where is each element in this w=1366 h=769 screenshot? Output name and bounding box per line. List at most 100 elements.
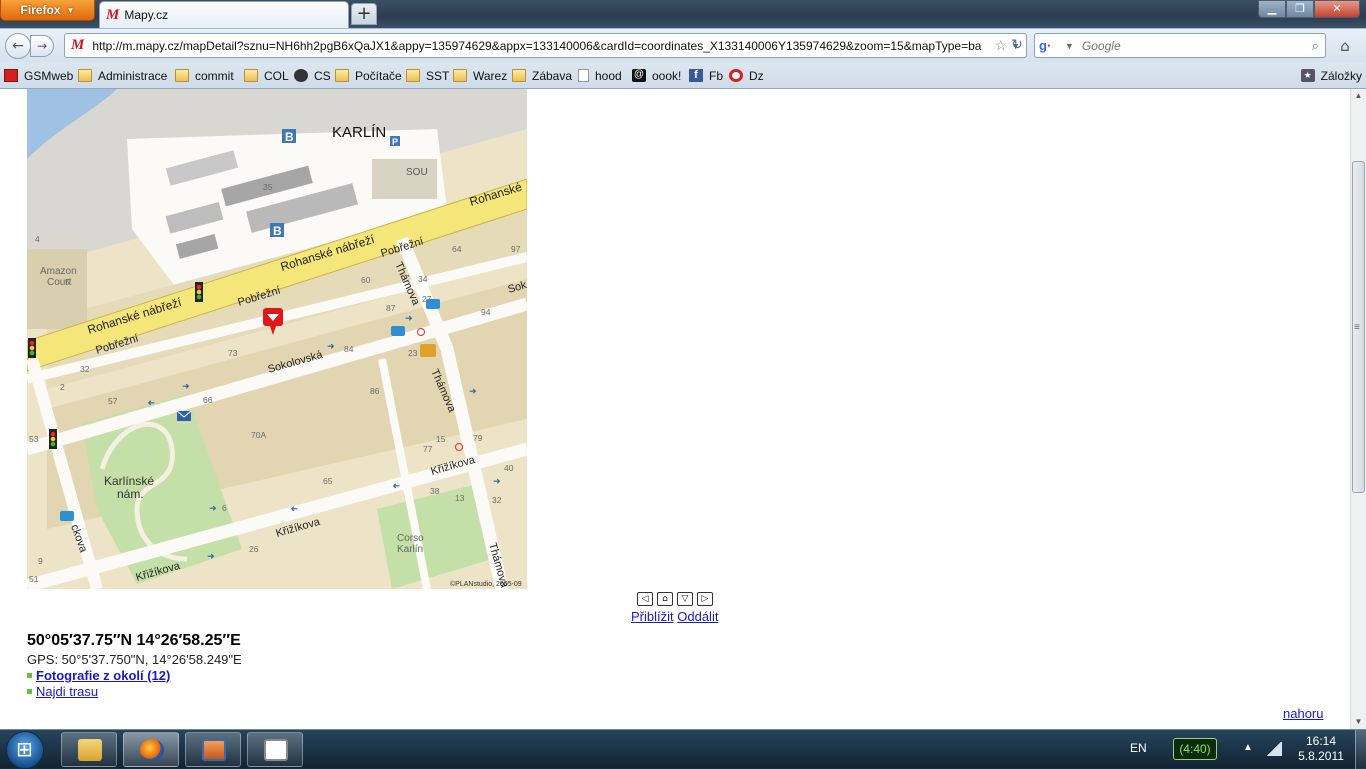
language-indicator[interactable]: EN bbox=[1130, 741, 1147, 755]
vertical-scrollbar[interactable]: ▲ ▼ bbox=[1350, 89, 1366, 729]
house-number: 2 bbox=[60, 382, 65, 392]
back-to-top-link[interactable]: nahoru bbox=[1283, 706, 1323, 721]
svg-text:➜: ➜ bbox=[405, 313, 413, 323]
start-button[interactable] bbox=[6, 731, 44, 769]
maximize-button[interactable]: ❐ bbox=[1286, 0, 1314, 18]
tab-title: Mapy.cz bbox=[124, 8, 169, 22]
house-number: 26 bbox=[249, 544, 259, 554]
taskbar-app[interactable] bbox=[247, 732, 303, 767]
mapy-favicon-icon: M bbox=[106, 6, 120, 23]
map-pan-controls: ◁ ⌂ ▽ ▷ bbox=[637, 592, 713, 606]
bookmark-oook[interactable]: @ oook! bbox=[632, 67, 681, 84]
reload-icon[interactable]: ↻ bbox=[1006, 33, 1028, 58]
find-route-item: Najdi trasu bbox=[27, 684, 98, 699]
house-number: 13 bbox=[455, 493, 465, 503]
bookmark-administrace[interactable]: Administrace bbox=[78, 67, 167, 84]
scroll-down-arrow-icon[interactable]: ▼ bbox=[1351, 715, 1366, 729]
minimize-button[interactable]: ▁ bbox=[1258, 0, 1286, 18]
clock-date: 5.8.2011 bbox=[1298, 749, 1344, 763]
bookmark-label: Počítače bbox=[355, 68, 402, 83]
bookmark-pocitace[interactable]: Počítače bbox=[335, 67, 402, 84]
bookmarks-menu[interactable]: ★ Záložky bbox=[1300, 67, 1362, 84]
bookmark-label: Dz bbox=[749, 68, 764, 83]
google-icon[interactable]: g· bbox=[1039, 38, 1061, 54]
search-input[interactable] bbox=[1081, 38, 1312, 53]
scroll-up-arrow-icon[interactable]: ▲ bbox=[1351, 89, 1366, 103]
svg-text:➜: ➜ bbox=[147, 398, 155, 408]
folder-icon bbox=[335, 69, 349, 82]
bullet-icon bbox=[27, 689, 32, 694]
tram-icon bbox=[391, 326, 405, 336]
svg-text:➜: ➜ bbox=[327, 341, 335, 351]
svg-text:➜: ➜ bbox=[209, 503, 217, 513]
pan-down-button[interactable]: ▽ bbox=[677, 592, 693, 606]
bookmark-dz[interactable]: Dz bbox=[729, 67, 764, 84]
close-button[interactable]: ✕ bbox=[1314, 0, 1360, 18]
pan-home-button[interactable]: ⌂ bbox=[657, 592, 673, 606]
bus-letter: B bbox=[285, 130, 294, 144]
house-number: 9 bbox=[38, 556, 43, 566]
zoom-in-link[interactable]: Přiblížit bbox=[631, 609, 674, 624]
photos-nearby-link[interactable]: Fotografie z okolí (12) bbox=[36, 668, 170, 683]
bookmark-gsmweb[interactable]: GSMweb bbox=[4, 67, 73, 84]
title-bar: Firefox ▼ M Mapy.cz + ▁ ❐ ✕ bbox=[0, 0, 1366, 28]
house-number: 70A bbox=[251, 430, 266, 440]
new-tab-button[interactable]: + bbox=[351, 3, 377, 25]
bookmark-cs[interactable]: CS bbox=[294, 67, 331, 84]
back-button[interactable]: ← bbox=[5, 33, 31, 59]
battery-indicator[interactable]: (4:40) bbox=[1173, 738, 1217, 760]
firefox-menu-button[interactable]: Firefox ▼ bbox=[0, 0, 95, 21]
house-number: 77 bbox=[423, 444, 433, 454]
bookmark-hood[interactable]: hood bbox=[578, 67, 622, 84]
bookmarks-menu-label: Záložky bbox=[1320, 68, 1362, 83]
bookmark-col[interactable]: COL bbox=[244, 67, 289, 84]
find-route-link[interactable]: Najdi trasu bbox=[36, 684, 98, 699]
map-label: nám. bbox=[117, 487, 144, 501]
folder-icon bbox=[512, 69, 526, 82]
url-text[interactable]: http://m.mapy.cz/mapDetail?sznu=NH6hh2pg… bbox=[92, 39, 990, 53]
bookmarks-star-icon: ★ bbox=[1300, 69, 1315, 82]
target-icon bbox=[729, 69, 743, 82]
search-icon[interactable]: ⌕ bbox=[1312, 38, 1319, 54]
tram-icon bbox=[426, 299, 440, 309]
clock-time: 16:14 bbox=[1305, 734, 1337, 748]
map-image[interactable]: KARLÍN Amazon Court SOU Karlínské nám. C… bbox=[27, 89, 527, 589]
bookmark-sst[interactable]: SST bbox=[406, 67, 449, 84]
taskbar-firefox[interactable] bbox=[123, 732, 179, 767]
house-number: 94 bbox=[481, 307, 491, 317]
house-number: 60 bbox=[361, 275, 371, 285]
folder-icon bbox=[175, 69, 189, 82]
search-engine-dropdown-icon[interactable]: ▼ bbox=[1065, 41, 1074, 51]
signal-strength-icon[interactable] bbox=[1266, 742, 1282, 756]
map-label: Amazon bbox=[40, 266, 77, 277]
clock[interactable]: 16:14 5.8.2011 bbox=[1293, 734, 1349, 764]
bookmark-warez[interactable]: Warez bbox=[453, 67, 507, 84]
show-desktop-button[interactable] bbox=[1355, 730, 1366, 769]
taskbar-app[interactable] bbox=[185, 732, 241, 767]
cs-icon bbox=[294, 69, 308, 82]
house-number: 51 bbox=[29, 574, 39, 584]
traffic-light-icon bbox=[195, 282, 203, 302]
tab-mapy[interactable]: M Mapy.cz bbox=[99, 1, 349, 28]
house-number: 35 bbox=[263, 182, 273, 192]
scroll-thumb[interactable] bbox=[1352, 161, 1365, 493]
bookmark-fb[interactable]: f Fb bbox=[689, 67, 723, 84]
bookmark-commit[interactable]: commit bbox=[175, 67, 234, 84]
tray-expand-icon[interactable]: ▲ bbox=[1243, 742, 1253, 753]
taskbar-explorer[interactable] bbox=[61, 732, 117, 767]
traffic-light-icon bbox=[49, 429, 57, 449]
pan-right-button[interactable]: ▷ bbox=[697, 592, 713, 606]
house-number: 79 bbox=[473, 433, 483, 443]
forward-button[interactable]: → bbox=[30, 35, 54, 57]
mapy-favicon-icon: M bbox=[71, 37, 85, 53]
bookmark-zabava[interactable]: Zábava bbox=[512, 67, 572, 84]
at-icon: @ bbox=[632, 69, 646, 82]
folder-icon bbox=[244, 69, 258, 82]
home-icon[interactable]: ⌂ bbox=[1334, 35, 1356, 57]
house-number: 5 bbox=[65, 277, 70, 287]
address-bar[interactable]: M http://m.mapy.cz/mapDetail?sznu=NH6hh2… bbox=[64, 33, 1027, 58]
zoom-out-link[interactable]: Oddálit bbox=[677, 609, 718, 624]
pan-left-button[interactable]: ◁ bbox=[637, 592, 653, 606]
search-bar[interactable]: g· ▼ ⌕ bbox=[1034, 33, 1326, 58]
gsmweb-icon bbox=[4, 69, 18, 82]
